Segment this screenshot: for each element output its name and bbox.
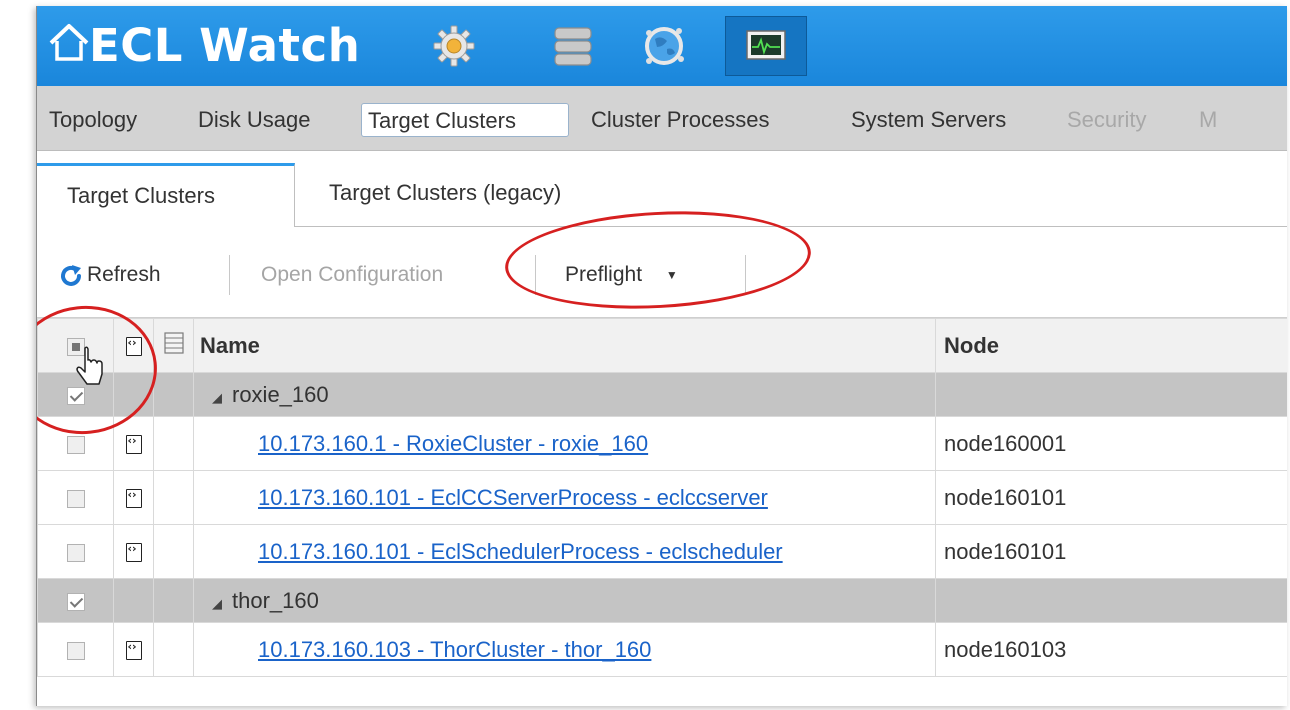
- row-server-cell: [153, 416, 194, 471]
- group-node-cell: [935, 578, 1287, 623]
- table-row[interactable]: 10.173.160.101 - EclCCServerProcess - ec…: [37, 470, 1287, 525]
- row-select-cell: [37, 524, 114, 579]
- row-select-cell: [37, 622, 114, 677]
- target-clusters-grid: Name Node ◢ roxie_160 10.173.160.1 - Roxi…: [37, 318, 1287, 677]
- group-name-cell: ◢ thor_160: [193, 578, 936, 623]
- refresh-button[interactable]: Refresh: [87, 255, 161, 295]
- row-server-cell: [153, 578, 194, 623]
- app-header: ECL Watch: [37, 6, 1287, 86]
- column-header-node[interactable]: Node: [935, 318, 1287, 373]
- row-server-cell: [153, 470, 194, 525]
- document-icon[interactable]: [125, 542, 142, 563]
- table-row[interactable]: 10.173.160.1 - RoxieCluster - roxie_160 …: [37, 416, 1287, 471]
- nav-item-security[interactable]: Security: [1067, 103, 1146, 137]
- nav-item-topology[interactable]: Topology: [49, 103, 137, 137]
- node-cell: node160001: [935, 416, 1287, 471]
- column-header-name[interactable]: Name: [193, 318, 936, 373]
- collapse-triangle-icon[interactable]: ◢: [212, 390, 222, 405]
- nav-item-more[interactable]: M: [1199, 103, 1217, 137]
- nav-item-disk-usage[interactable]: Disk Usage: [198, 103, 310, 137]
- table-row[interactable]: 10.173.160.103 - ThorCluster - thor_160 …: [37, 622, 1287, 677]
- mouse-cursor-icon: [76, 346, 103, 385]
- group-name-cell: ◢ roxie_160: [193, 372, 936, 417]
- gear-icon: [433, 25, 475, 67]
- name-cell: 10.173.160.103 - ThorCluster - thor_160: [193, 622, 936, 677]
- group-name: roxie_160: [232, 381, 329, 407]
- server-icon: [163, 331, 184, 354]
- monitor-icon: [746, 30, 786, 60]
- tab-target-clusters-legacy[interactable]: Target Clusters (legacy): [329, 163, 561, 226]
- nav-item-system-servers[interactable]: System Servers: [851, 103, 1006, 137]
- name-cell: 10.173.160.101 - EclSchedulerProcess - e…: [193, 524, 936, 579]
- table-row[interactable]: 10.173.160.101 - EclSchedulerProcess - e…: [37, 524, 1287, 579]
- process-link[interactable]: 10.173.160.1 - RoxieCluster - roxie_160: [258, 431, 648, 456]
- row-type-cell: [113, 524, 154, 579]
- node-cell: node160103: [935, 622, 1287, 677]
- nav-item-cluster-processes[interactable]: Cluster Processes: [591, 103, 770, 137]
- refresh-icon: [61, 265, 81, 286]
- row-server-cell: [153, 372, 194, 417]
- toolbar-separator: [229, 255, 230, 295]
- row-type-cell: [113, 578, 154, 623]
- row-select-cell: [37, 470, 114, 525]
- header-server-cell: [153, 318, 194, 373]
- group-row[interactable]: ◢ roxie_160: [37, 372, 1287, 417]
- row-server-cell: [153, 622, 194, 677]
- topology-button[interactable]: [635, 16, 693, 76]
- tab-target-clusters[interactable]: Target Clusters: [37, 163, 295, 227]
- document-icon[interactable]: [125, 434, 142, 455]
- collapse-triangle-icon[interactable]: ◢: [212, 596, 222, 611]
- database-icon: [554, 27, 592, 66]
- group-name: thor_160: [232, 587, 319, 613]
- open-configuration-button[interactable]: Open Configuration: [261, 255, 507, 295]
- node-cell: node160101: [935, 524, 1287, 579]
- group-row[interactable]: ◢ thor_160: [37, 578, 1287, 623]
- row-checkbox[interactable]: [66, 641, 85, 660]
- row-type-cell: [113, 622, 154, 677]
- app-title: ECL Watch: [89, 19, 361, 72]
- process-link[interactable]: 10.173.160.103 - ThorCluster - thor_160: [258, 637, 651, 662]
- row-checkbox[interactable]: [66, 543, 85, 562]
- name-cell: 10.173.160.101 - EclCCServerProcess - ec…: [193, 470, 936, 525]
- app-window: ECL Watch Topology Disk Usage Target Clu…: [36, 6, 1287, 706]
- process-link[interactable]: 10.173.160.101 - EclCCServerProcess - ec…: [258, 485, 768, 510]
- nav-item-target-clusters[interactable]: Target Clusters: [361, 103, 569, 137]
- operations-button[interactable]: [425, 16, 483, 76]
- group-node-cell: [935, 372, 1287, 417]
- row-checkbox[interactable]: [66, 592, 85, 611]
- document-icon[interactable]: [125, 640, 142, 661]
- name-cell: 10.173.160.1 - RoxieCluster - roxie_160: [193, 416, 936, 471]
- row-checkbox[interactable]: [66, 489, 85, 508]
- monitoring-button[interactable]: [725, 16, 807, 76]
- row-checkbox[interactable]: [66, 435, 85, 454]
- process-link[interactable]: 10.173.160.101 - EclSchedulerProcess - e…: [258, 539, 783, 564]
- globe-icon: [645, 27, 684, 65]
- grid-header-row: Name Node: [37, 318, 1287, 373]
- row-select-cell: [37, 578, 114, 623]
- row-server-cell: [153, 524, 194, 579]
- document-icon[interactable]: [125, 488, 142, 509]
- sub-nav-bar: Topology Disk Usage Target Clusters Clus…: [37, 86, 1287, 151]
- row-type-cell: [113, 470, 154, 525]
- files-button[interactable]: [544, 16, 602, 76]
- node-cell: node160101: [935, 470, 1287, 525]
- home-icon[interactable]: [47, 21, 91, 65]
